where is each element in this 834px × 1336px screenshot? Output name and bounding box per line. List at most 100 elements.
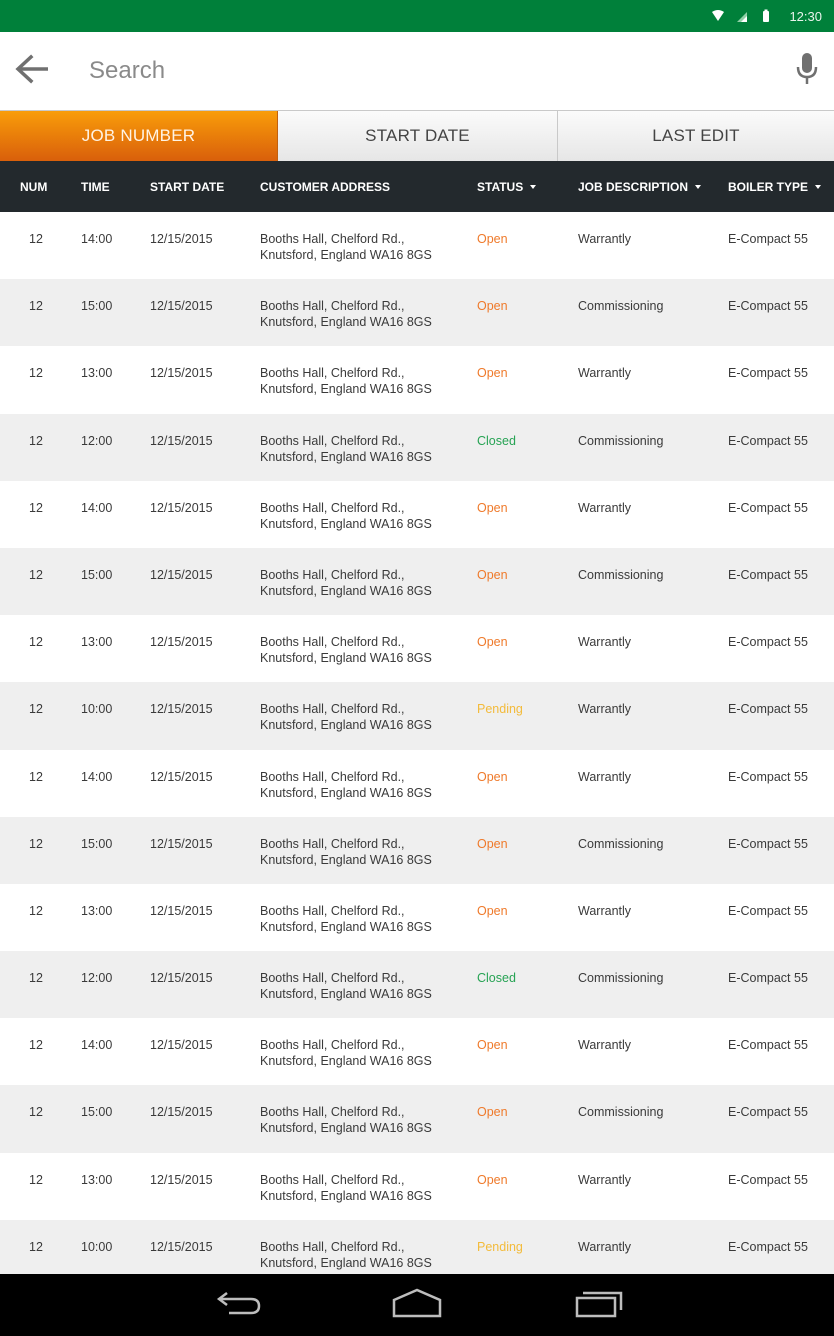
cell-job-description: Commissioning: [578, 971, 664, 986]
tab-last-edit[interactable]: LAST EDIT: [558, 111, 834, 161]
cell-customer-address: Booths Hall, Chelford Rd., Knutsford, Eng…: [260, 701, 460, 733]
cell-status: Open: [477, 500, 508, 515]
table-row[interactable]: 12 13:00 12/15/2015 Booths Hall, Chelford R…: [0, 615, 834, 683]
cell-status: Open: [477, 1038, 508, 1053]
table-row[interactable]: 12 14:00 12/15/2015 Booths Hall, Chelford R…: [0, 212, 834, 280]
voice-search-button[interactable]: [780, 32, 834, 110]
cell-job-description: Commissioning: [578, 567, 664, 582]
cell-job-description: Warrantly: [578, 903, 632, 918]
cell-time: 12:00: [81, 971, 113, 986]
column-header-boiler-type[interactable]: BOILER TYPE: [728, 179, 822, 194]
cell-start-date: 12/15/2015: [150, 1105, 213, 1120]
system-home-button[interactable]: [372, 1274, 462, 1336]
arrow-left-icon: [14, 54, 50, 89]
address-line-2: Knutsford, England WA16 8GS: [260, 248, 432, 262]
address-line-1: Booths Hall, Chelford Rd.,: [260, 1172, 405, 1187]
address-line-1: Booths Hall, Chelford Rd.,: [260, 299, 405, 314]
cell-start-date: 12/15/2015: [150, 232, 213, 246]
cell-boiler-type: E-Compact 55: [728, 702, 808, 717]
cell-start-date: 12/15/2015: [150, 903, 213, 918]
tab-job-number[interactable]: JOB NUMBER: [0, 111, 278, 161]
address-line-1: Booths Hall, Chelford Rd.,: [260, 1239, 405, 1254]
address-line-1: Booths Hall, Chelford Rd.,: [260, 635, 405, 650]
address-line-2: Knutsford, England WA16 8GS: [260, 1188, 432, 1203]
table-row[interactable]: 12 10:00 12/15/2015 Booths Hall, Chelford R…: [0, 1219, 834, 1274]
cell-customer-address: Booths Hall, Chelford Rd., Knutsford, Eng…: [260, 1239, 460, 1271]
system-back-button[interactable]: [194, 1274, 284, 1336]
cell-signal-icon: [735, 9, 749, 23]
cell-start-date: 12/15/2015: [150, 702, 213, 717]
cell-boiler-type: E-Compact 55: [728, 433, 808, 448]
table-row[interactable]: 12 12:00 12/15/2015 Booths Hall, Chelford R…: [0, 413, 834, 481]
back-button[interactable]: [0, 32, 64, 110]
cell-time: 14:00: [81, 769, 113, 784]
cell-start-date: 12/15/2015: [150, 299, 213, 314]
cell-job-description: Commissioning: [578, 1105, 664, 1120]
cell-start-date: 12/15/2015: [150, 1038, 213, 1053]
table-row[interactable]: 12 14:00 12/15/2015 Booths Hall, Chelford R…: [0, 1018, 834, 1086]
table-row[interactable]: 12 13:00 12/15/2015 Booths Hall, Chelford R…: [0, 346, 834, 414]
cell-boiler-type: E-Compact 55: [728, 1038, 808, 1053]
address-line-2: Knutsford, England WA16 8GS: [260, 1054, 432, 1069]
address-line-2: Knutsford, England WA16 8GS: [260, 1121, 432, 1136]
table-row[interactable]: 12 15:00 12/15/2015 Booths Hall, Chelford R…: [0, 816, 834, 884]
column-header-num[interactable]: NUM: [20, 180, 47, 194]
table-row[interactable]: 12 15:00 12/15/2015 Booths Hall, Chelford R…: [0, 279, 834, 347]
cell-start-date: 12/15/2015: [150, 1172, 213, 1187]
system-nav-bar: [0, 1274, 834, 1336]
cell-status: Open: [477, 635, 508, 650]
cell-num: 12: [29, 702, 43, 717]
address-line-1: Booths Hall, Chelford Rd.,: [260, 836, 405, 851]
recent-apps-icon: [574, 1288, 624, 1323]
status-bar: 12:30: [0, 0, 834, 32]
cell-start-date: 12/15/2015: [150, 836, 213, 851]
table-row[interactable]: 12 15:00 12/15/2015 Booths Hall, Chelford R…: [0, 547, 834, 616]
cell-customer-address: Booths Hall, Chelford Rd., Knutsford, Eng…: [260, 433, 460, 465]
caret-down-icon: [530, 184, 537, 189]
table-row[interactable]: 12 12:00 12/15/2015 Booths Hall, Chelford R…: [0, 951, 834, 1019]
battery-icon: [759, 9, 773, 23]
cell-customer-address: Booths Hall, Chelford Rd., Knutsford, Eng…: [260, 970, 460, 1002]
column-header-customer-address[interactable]: CUSTOMER ADDRESS: [260, 180, 390, 194]
address-line-2: Knutsford, England WA16 8GS: [260, 315, 432, 330]
cell-boiler-type: E-Compact 55: [728, 971, 808, 986]
table-row[interactable]: 12 13:00 12/15/2015 Booths Hall, Chelford R…: [0, 1152, 834, 1220]
cell-status: Pending: [477, 1239, 523, 1254]
cell-boiler-type: E-Compact 55: [728, 366, 808, 381]
search-input[interactable]: [64, 46, 780, 96]
cell-job-description: Warrantly: [578, 500, 632, 515]
table-row[interactable]: 12 14:00 12/15/2015 Booths Hall, Chelford R…: [0, 480, 834, 548]
column-header-job-description[interactable]: JOB DESCRIPTION: [578, 180, 702, 194]
cell-boiler-type: E-Compact 55: [728, 232, 808, 246]
cell-time: 10:00: [81, 1239, 113, 1254]
column-header-start-date[interactable]: START DATE: [150, 180, 224, 194]
cell-boiler-type: E-Compact 55: [728, 567, 808, 582]
table-row[interactable]: 12 15:00 12/15/2015 Booths Hall, Chelford R…: [0, 1085, 834, 1153]
cell-job-description: Warrantly: [578, 232, 632, 246]
table-row[interactable]: 12 10:00 12/15/2015 Booths Hall, Chelford R…: [0, 682, 834, 750]
address-line-2: Knutsford, England WA16 8GS: [260, 987, 432, 1002]
cell-num: 12: [29, 1038, 43, 1053]
cell-customer-address: Booths Hall, Chelford Rd., Knutsford, Eng…: [260, 1172, 460, 1204]
cell-boiler-type: E-Compact 55: [728, 299, 808, 314]
address-line-1: Booths Hall, Chelford Rd.,: [260, 971, 405, 986]
cell-status: Open: [477, 299, 508, 314]
table-row[interactable]: 12 13:00 12/15/2015 Booths Hall, Chelford R…: [0, 883, 834, 952]
column-header-status-label: STATUS: [477, 179, 524, 194]
system-recent-apps-button[interactable]: [554, 1274, 644, 1336]
cell-boiler-type: E-Compact 55: [728, 1239, 808, 1254]
column-header-boiler-type-label: BOILER TYPE: [728, 179, 809, 194]
cell-time: 12:00: [81, 433, 113, 448]
tab-start-date[interactable]: START DATE: [278, 111, 558, 161]
column-header-status[interactable]: STATUS: [477, 179, 537, 194]
cell-job-description: Warrantly: [578, 1038, 632, 1053]
cell-time: 13:00: [81, 903, 113, 918]
cell-job-description: Warrantly: [578, 1239, 632, 1254]
column-header-time[interactable]: TIME: [81, 180, 110, 194]
cell-status: Open: [477, 1105, 508, 1120]
cell-time: 15:00: [81, 1105, 113, 1120]
address-line-1: Booths Hall, Chelford Rd.,: [260, 769, 405, 784]
table-row[interactable]: 12 14:00 12/15/2015 Booths Hall, Chelford R…: [0, 749, 834, 817]
cell-job-description: Warrantly: [578, 702, 632, 717]
address-line-2: Knutsford, England WA16 8GS: [260, 449, 432, 464]
